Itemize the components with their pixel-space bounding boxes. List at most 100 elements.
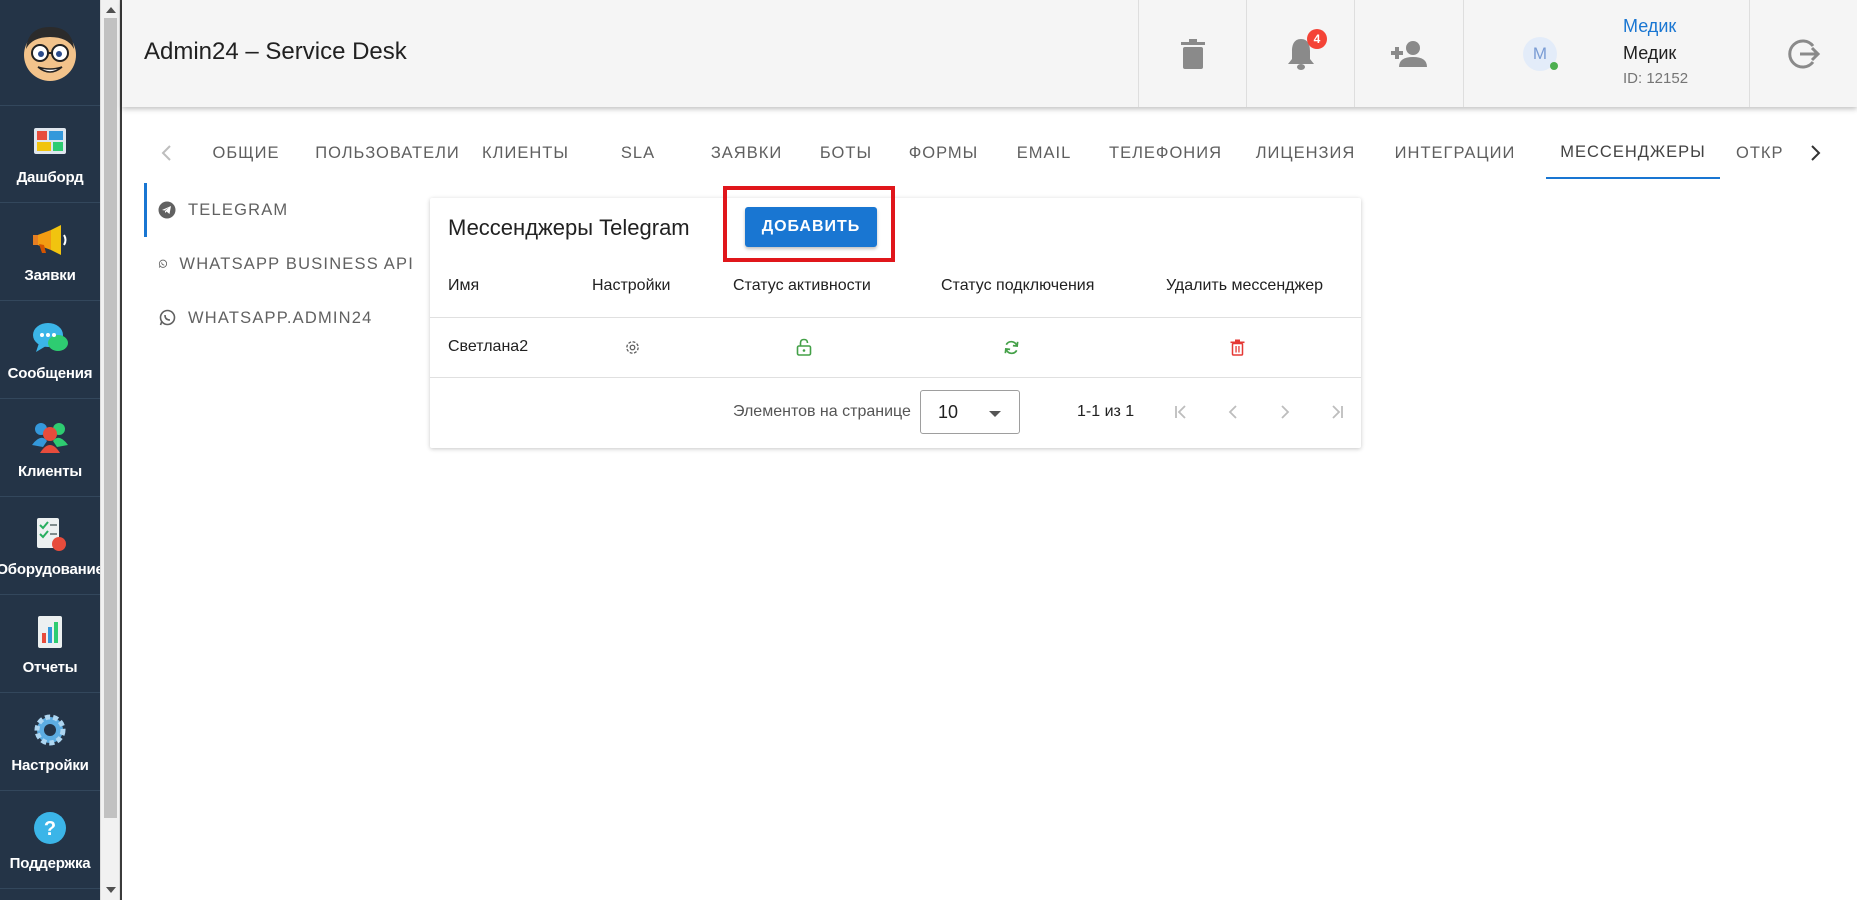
row-reconnect-button[interactable]	[1001, 337, 1021, 357]
caret-down-icon	[989, 411, 1001, 417]
sidebar-item-dashboard[interactable]: Дашборд	[0, 106, 100, 203]
sidebar-item-clients[interactable]: Клиенты	[0, 400, 100, 497]
submenu-item-telegram[interactable]: TELEGRAM	[144, 183, 414, 237]
sidebar-item-label: Оборудование	[0, 560, 104, 578]
row-settings-button[interactable]	[622, 337, 642, 357]
scrollbar-thumb[interactable]	[104, 18, 117, 818]
whatsapp-icon	[158, 259, 168, 268]
whatsapp-icon	[159, 309, 176, 326]
add-user-icon	[1390, 40, 1427, 67]
messenger-name: Светлана2	[448, 338, 529, 355]
avatar-initial: М	[1532, 44, 1548, 63]
megaphone-icon	[33, 224, 67, 255]
tab-users[interactable]: ПОЛЬЗОВАТЕЛИ	[306, 127, 469, 179]
equipment-icon	[37, 517, 66, 551]
tab-requests[interactable]: ЗАЯВКИ	[694, 127, 799, 179]
help-icon: ?	[34, 811, 66, 844]
tab-integrations[interactable]: ИНТЕГРАЦИИ	[1374, 127, 1536, 179]
submenu-item-whatsapp-business-api[interactable]: WHATSAPP BUSINESS API	[144, 237, 414, 291]
chevron-right-icon	[1281, 405, 1290, 419]
telegram-icon	[158, 201, 176, 219]
tab-forms[interactable]: ФОРМЫ	[893, 127, 994, 179]
tab-clients[interactable]: КЛИЕНТЫ	[469, 127, 582, 179]
sidebar-item-label: Клиенты	[17, 462, 83, 480]
user-id: ID: 12152	[1623, 70, 1689, 87]
settings-tabs: ОБЩИЕ ПОЛЬЗОВАТЕЛИ КЛИЕНТЫ SLA ЗАЯВКИ БО…	[146, 127, 1846, 179]
tab-bots[interactable]: БОТЫ	[799, 127, 893, 179]
first-page-button[interactable]	[1166, 397, 1196, 427]
divider	[120, 0, 122, 900]
app-logo[interactable]	[0, 0, 100, 106]
page-size-label: Элементов на странице	[733, 403, 911, 420]
sidebar-item-settings[interactable]: Настройки	[0, 694, 100, 791]
logout-icon	[1787, 39, 1820, 68]
sidebar-item-requests[interactable]: Заявки	[0, 204, 100, 301]
page-size-value: 10	[938, 402, 959, 422]
notification-count-badge: 4	[1307, 29, 1327, 49]
column-header-connection-status: Статус подключения	[941, 277, 1095, 294]
add-messenger-button[interactable]: ДОБАВИТЬ	[745, 207, 877, 247]
sidebar-item-equipment[interactable]: Оборудование	[0, 498, 104, 595]
divider	[430, 377, 1361, 378]
tabs-scroll-left-button[interactable]	[146, 127, 186, 179]
sidebar-item-label: Отчеты	[22, 658, 78, 676]
user-profile[interactable]: М Медик Медик ID: 12152	[1463, 0, 1749, 107]
tab-open[interactable]: ОТКР	[1720, 127, 1796, 179]
sidebar-item-reports[interactable]: Отчеты	[0, 596, 100, 693]
scroll-up-arrow-icon[interactable]	[106, 7, 116, 13]
user-name-link[interactable]: Медик	[1623, 16, 1676, 37]
tabs-scroll-right-button[interactable]	[1796, 127, 1836, 179]
user-name: Медик	[1623, 43, 1677, 63]
next-page-button[interactable]	[1270, 397, 1300, 427]
column-header-activity-status: Статус активности	[733, 277, 871, 294]
column-header-delete: Удалить мессенджер	[1166, 277, 1323, 294]
sidebar-item-messages[interactable]: Сообщения	[0, 302, 100, 399]
online-status-dot	[1550, 62, 1558, 70]
submenu-item-label: TELEGRAM	[188, 200, 289, 219]
trash-icon	[1230, 339, 1244, 356]
notifications-button[interactable]: 4	[1246, 0, 1354, 107]
chat-bubble-icon	[33, 322, 68, 352]
add-user-button[interactable]	[1354, 0, 1462, 107]
sidebar-item-label: Заявки	[24, 266, 76, 284]
gear-icon	[625, 340, 639, 354]
sidebar-item-label: Настройки	[11, 756, 89, 774]
sidebar: Дашборд Заявки Сообщения Клиенты Оборудо…	[0, 0, 104, 900]
chevron-left-icon	[161, 145, 171, 161]
scroll-down-arrow-icon[interactable]	[106, 887, 116, 893]
first-page-icon	[1175, 405, 1186, 419]
page-size-select[interactable]: 10	[920, 390, 1020, 434]
tab-sla[interactable]: SLA	[582, 127, 694, 179]
row-delete-button[interactable]	[1227, 337, 1247, 357]
trash-button[interactable]	[1138, 0, 1246, 107]
divider	[430, 317, 1361, 318]
card-title: Мессенджеры Telegram	[448, 215, 690, 240]
column-header-settings: Настройки	[592, 277, 671, 294]
trash-icon	[1180, 38, 1205, 69]
chevron-left-icon	[1228, 405, 1237, 419]
avatar-logo-icon	[24, 26, 76, 81]
chevron-right-icon	[1811, 145, 1821, 161]
submenu-item-whatsapp-admin24[interactable]: WHATSAPP.ADMIN24	[144, 291, 414, 345]
avatar[interactable]: М	[1523, 37, 1558, 71]
tab-telephony[interactable]: ТЕЛЕФОНИЯ	[1094, 127, 1237, 179]
unlock-icon	[796, 338, 812, 356]
tab-general[interactable]: ОБЩИЕ	[186, 127, 306, 179]
logout-button[interactable]	[1749, 0, 1857, 107]
tab-messengers[interactable]: МЕССЕНДЖЕРЫ	[1546, 127, 1720, 179]
last-page-button[interactable]	[1322, 397, 1352, 427]
submenu-item-label: WHATSAPP.ADMIN24	[188, 308, 373, 327]
sidebar-item-label: Дашборд	[16, 168, 84, 186]
tab-email[interactable]: EMAIL	[994, 127, 1094, 179]
sidebar-item-support[interactable]: ? Поддержка	[0, 792, 100, 889]
gear-icon	[34, 714, 66, 745]
page-scrollbar[interactable]	[100, 0, 120, 900]
page-title: Admin24 – Service Desk	[144, 38, 407, 65]
row-activity-status-toggle[interactable]	[794, 337, 814, 357]
page-range: 1-1 из 1	[1077, 403, 1135, 420]
telegram-messengers-card: Мессенджеры Telegram ДОБАВИТЬ Имя Настро…	[430, 186, 1361, 448]
previous-page-button[interactable]	[1218, 397, 1248, 427]
sidebar-item-label: Поддержка	[9, 854, 91, 872]
submenu-item-label: WHATSAPP BUSINESS API	[179, 254, 414, 273]
tab-license[interactable]: ЛИЦЕНЗИЯ	[1237, 127, 1374, 179]
